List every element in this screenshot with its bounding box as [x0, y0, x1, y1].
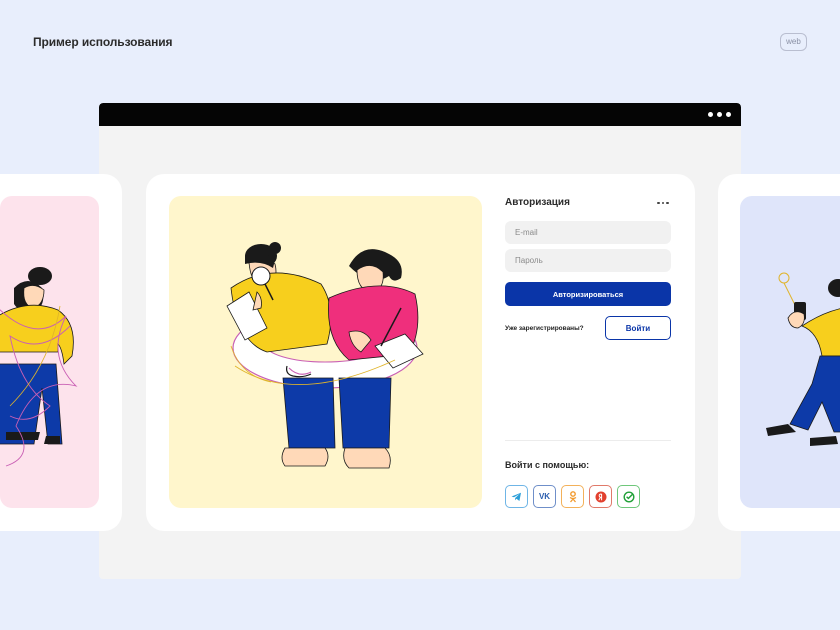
auth-card: Авторизация Авторизироваться Уже зарегис…	[146, 174, 695, 531]
platform-tag: web	[780, 33, 807, 51]
illustration-main	[169, 196, 482, 508]
illustration-left	[0, 196, 99, 508]
sber-icon[interactable]	[617, 485, 640, 508]
page-title: Пример использования	[33, 35, 173, 49]
carousel-card-right[interactable]	[718, 174, 840, 531]
yandex-icon[interactable]	[589, 485, 612, 508]
more-options-icon[interactable]	[657, 200, 669, 206]
password-field[interactable]	[505, 249, 671, 272]
person-tangled-illustration	[0, 267, 78, 467]
odnoklassniki-icon[interactable]	[561, 485, 584, 508]
person-phone-illustration	[766, 272, 840, 446]
divider	[505, 440, 671, 441]
browser-title-bar	[99, 103, 741, 126]
vk-icon[interactable]: VK	[533, 485, 556, 508]
social-login-row: VK	[505, 485, 640, 508]
telegram-icon[interactable]	[505, 485, 528, 508]
two-people-lifebuoy-illustration	[226, 242, 424, 469]
authorize-button[interactable]: Авторизироваться	[505, 282, 671, 306]
login-button[interactable]: Войти	[605, 316, 671, 340]
email-field[interactable]	[505, 221, 671, 244]
auth-form: Авторизация Авторизироваться Уже зарегис…	[505, 196, 671, 508]
social-login-title: Войти с помощью:	[505, 460, 590, 470]
illustration-right	[740, 196, 840, 508]
browser-menu-dots-icon[interactable]	[708, 112, 731, 117]
auth-title: Авторизация	[505, 197, 570, 208]
carousel-card-left[interactable]	[0, 174, 122, 531]
already-registered-text: Уже зарегистрированы?	[505, 325, 584, 332]
